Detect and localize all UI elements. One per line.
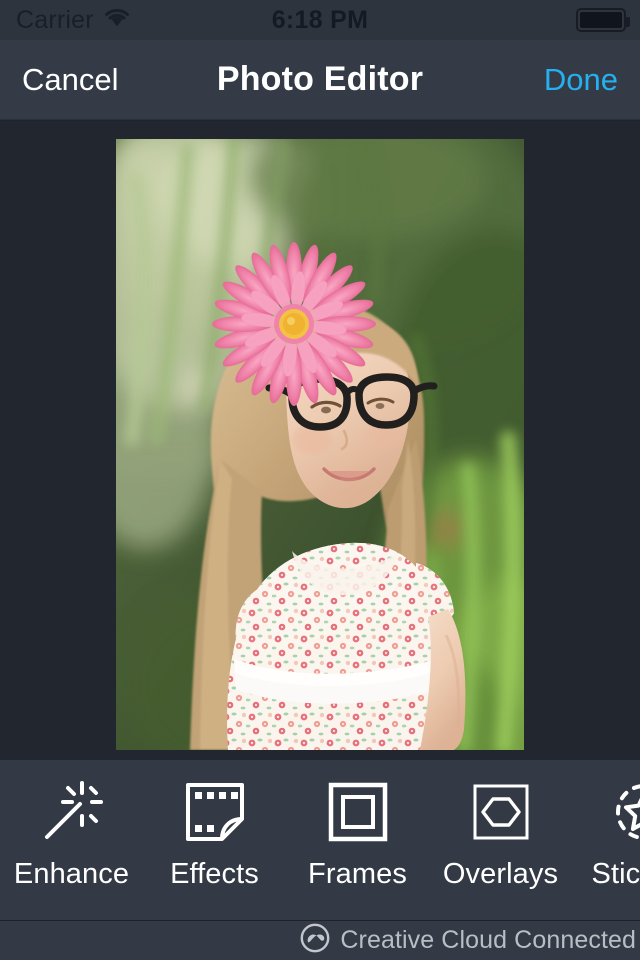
status-bar-right [576, 0, 630, 40]
dashed-circle-star-icon [608, 776, 640, 848]
photo-editor-screen: Carrier 6:18 PM Cancel Photo Editor Done [0, 0, 640, 960]
hexagon-in-square-icon [465, 776, 537, 848]
status-time: 6:18 PM [271, 5, 369, 34]
tool-stickers[interactable]: Stickers [572, 760, 640, 920]
tool-label: Frames [308, 858, 407, 890]
photo-canvas-area[interactable] [0, 121, 640, 760]
status-bar: Carrier 6:18 PM [0, 0, 640, 40]
tool-label: Enhance [13, 858, 130, 890]
tool-enhance[interactable]: Enhance [0, 760, 143, 920]
photo-preview[interactable] [116, 139, 524, 750]
editor-toolbar[interactable]: Enhance Effects Frames Overlays Stic [0, 760, 640, 920]
navigation-bar: Cancel Photo Editor Done [0, 40, 640, 120]
tool-strip[interactable]: Enhance Effects Frames Overlays Stic [0, 760, 640, 920]
nested-square-icon [322, 776, 394, 848]
edited-photo [116, 139, 524, 750]
creative-cloud-icon [300, 923, 330, 958]
tool-label: Overlays [442, 858, 559, 890]
film-frame-icon [179, 776, 251, 848]
tool-frames[interactable]: Frames [286, 760, 429, 920]
tool-label: Stickers [591, 858, 640, 890]
creative-cloud-label: Creative Cloud Connected [340, 926, 636, 954]
tool-label: Effects [170, 858, 259, 890]
tool-overlays[interactable]: Overlays [429, 760, 572, 920]
creative-cloud-badge[interactable]: Creative Cloud Connected [300, 923, 636, 958]
tool-effects[interactable]: Effects [143, 760, 286, 920]
creative-cloud-footer: Creative Cloud Connected [0, 920, 640, 960]
magic-wand-icon [36, 776, 108, 848]
done-button[interactable]: Done [538, 40, 624, 119]
battery-icon [576, 8, 630, 32]
